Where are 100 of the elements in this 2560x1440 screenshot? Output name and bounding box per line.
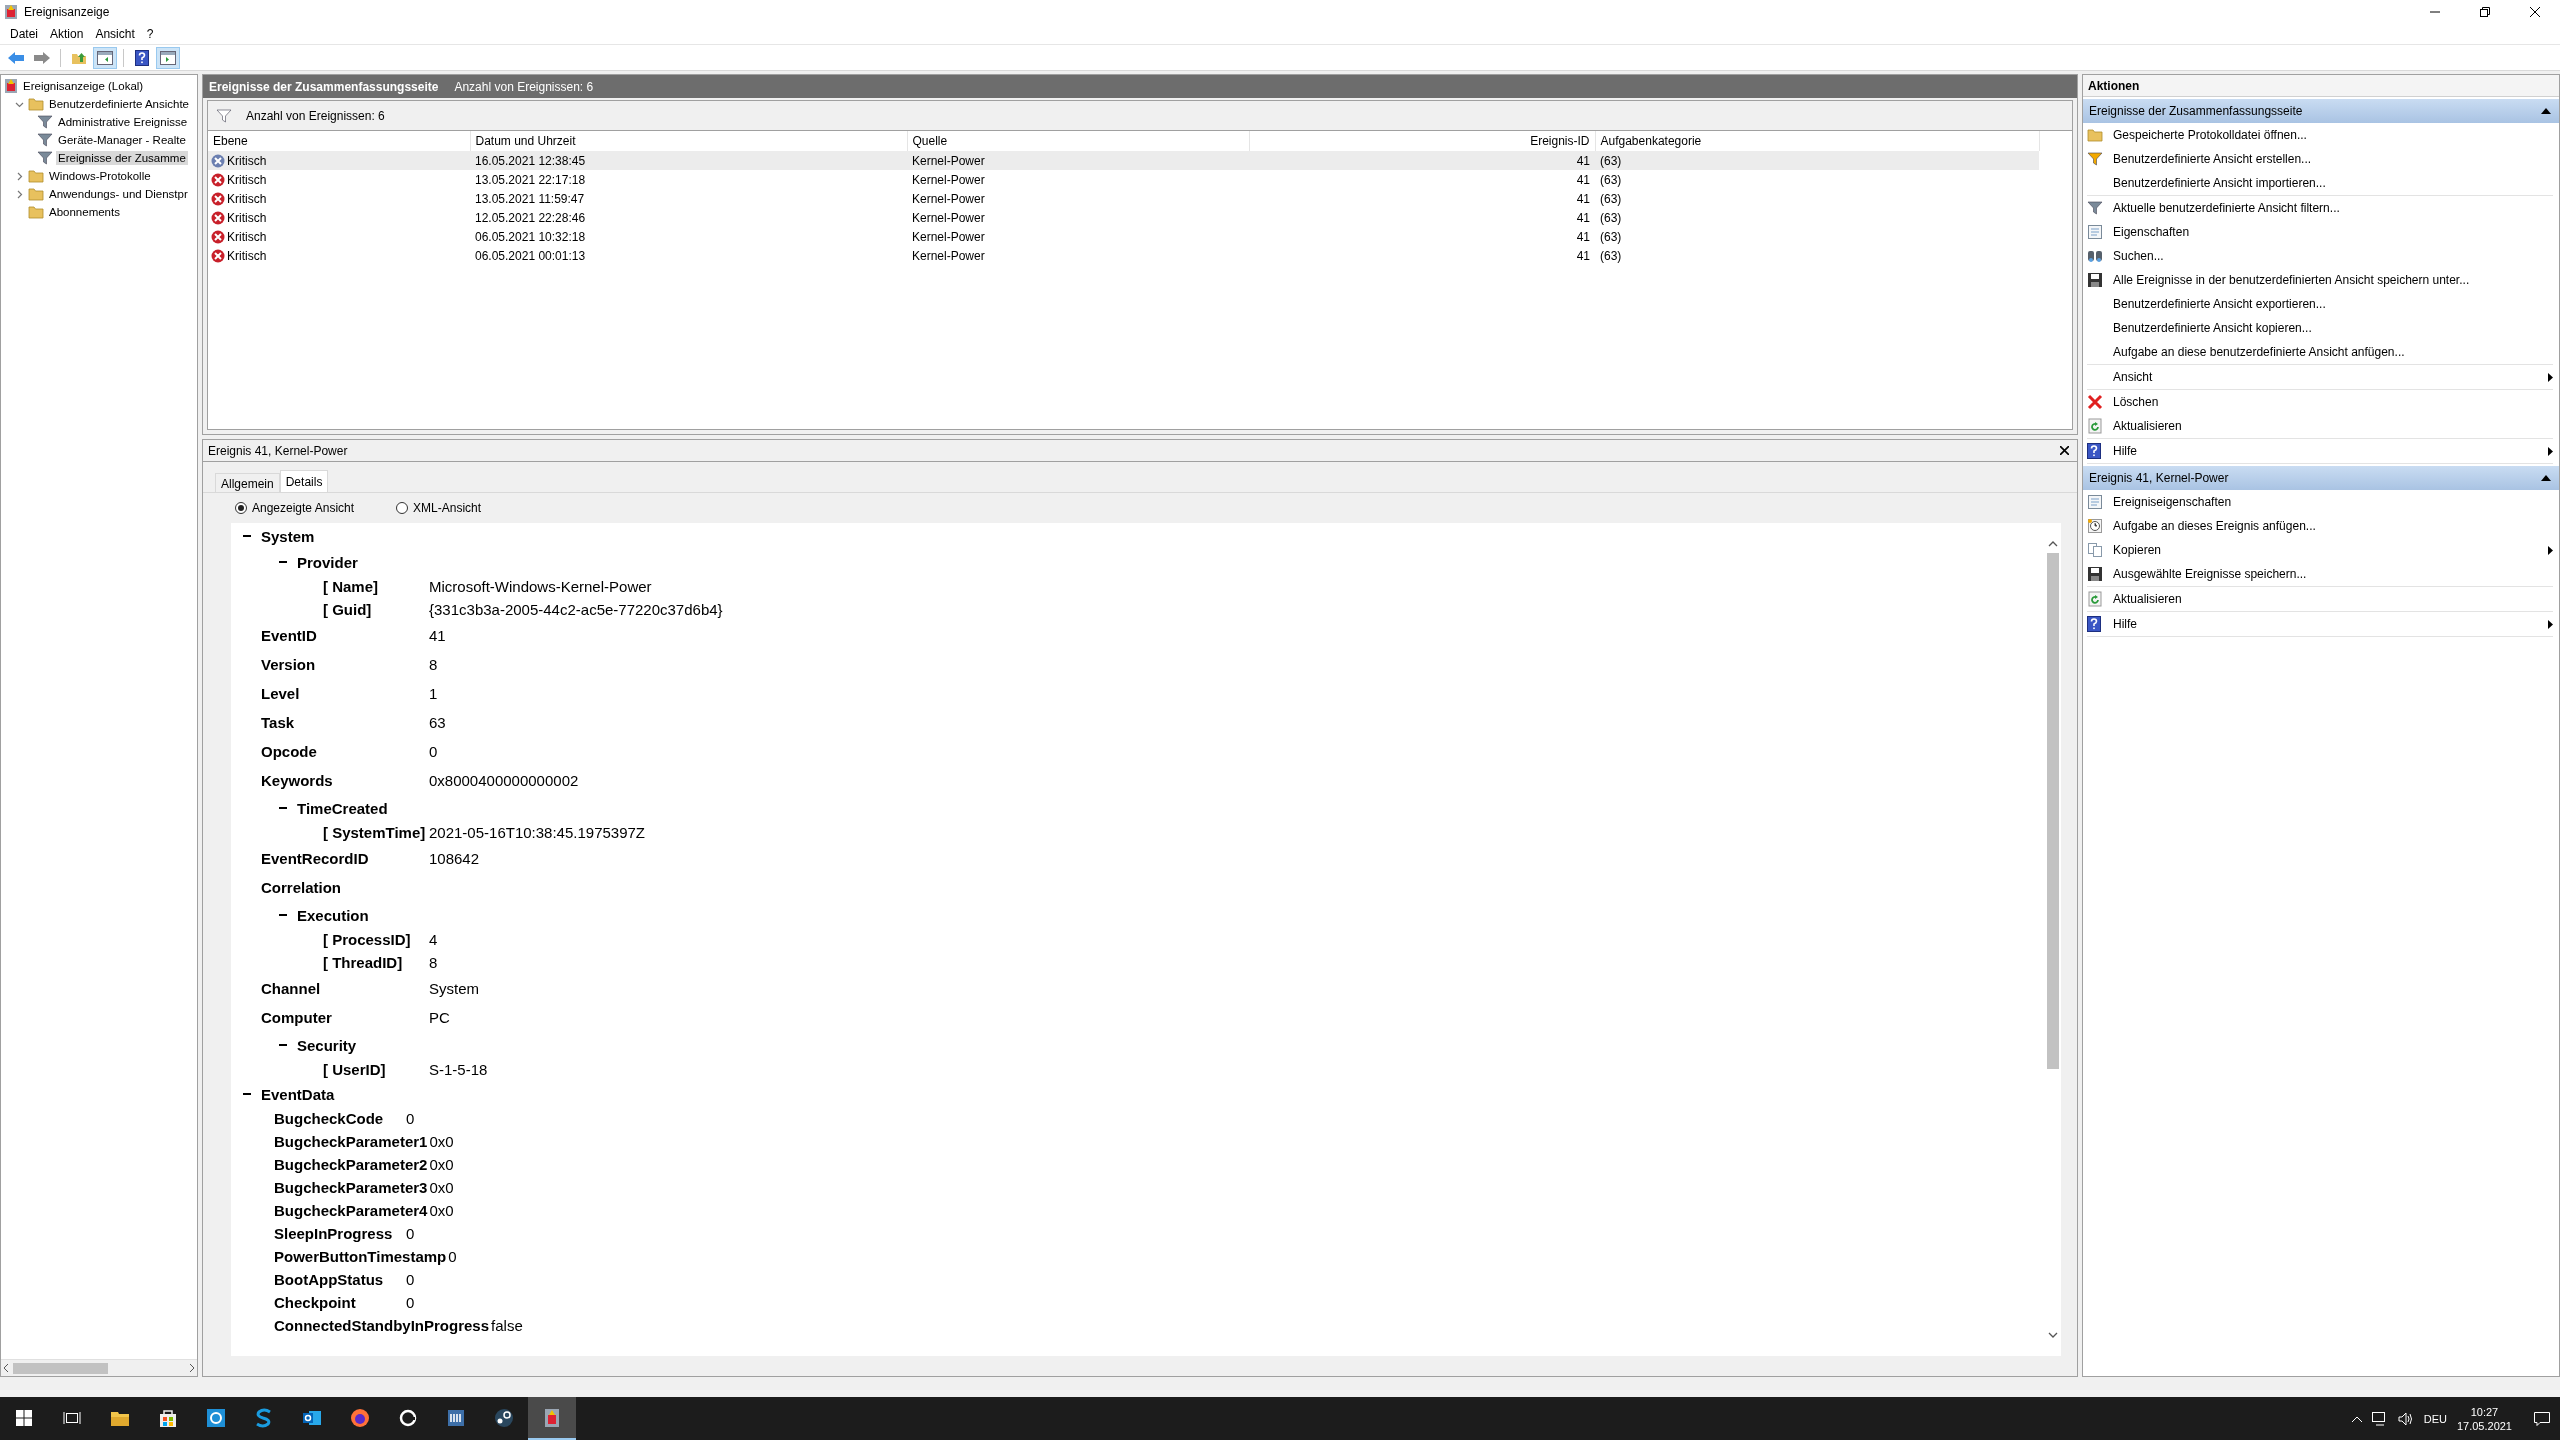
- detail-value: 1: [429, 685, 438, 702]
- collapse-icon[interactable]: [279, 558, 287, 566]
- section-header[interactable]: Ereignisse der Zusammenfassungsseite: [2083, 99, 2559, 123]
- scrollbar-thumb[interactable]: [2046, 553, 2059, 1070]
- tree-item[interactable]: Administrative Ereignisse: [56, 115, 190, 129]
- tree-item[interactable]: Anwendungs- und Dienstpr: [47, 187, 190, 201]
- action-link[interactable]: Hilfe: [2113, 617, 2548, 631]
- table-cell: Kritisch: [227, 172, 267, 187]
- table-cell: Kritisch: [227, 153, 267, 168]
- caret-up-icon[interactable]: [2541, 108, 2551, 114]
- tree-item[interactable]: Ereignisanzeige (Lokal): [21, 79, 146, 93]
- scrollbar[interactable]: [1, 1359, 197, 1376]
- detail-label: PowerButtonTimestamp: [274, 1248, 447, 1265]
- action-link[interactable]: Suchen...: [2113, 249, 2553, 263]
- action-link[interactable]: Ausgewählte Ereignisse speichern...: [2113, 567, 2553, 581]
- action-link[interactable]: Aufgabe an dieses Ereignis anfügen...: [2113, 519, 2553, 533]
- clock-date[interactable]: 17.05.2021: [2456, 1418, 2512, 1433]
- action-link[interactable]: Löschen: [2113, 395, 2553, 409]
- detail-value: System: [429, 980, 479, 997]
- log-book-icon: [4, 78, 18, 94]
- detail-group-label: System: [261, 527, 315, 545]
- tab[interactable]: Details: [279, 470, 329, 492]
- radio-label[interactable]: XML-Ansicht: [413, 501, 482, 515]
- radio-button[interactable]: [396, 502, 409, 514]
- detail-label: [ ThreadID]: [323, 954, 404, 971]
- tree-item[interactable]: Geräte-Manager - Realte: [56, 133, 188, 147]
- clock-icon: [2087, 518, 2103, 534]
- detail-label: EventID: [261, 627, 318, 644]
- action-link[interactable]: Aktualisieren: [2113, 592, 2553, 606]
- table-cell: (63): [1600, 248, 1622, 263]
- caret-up-icon[interactable]: [2541, 475, 2551, 481]
- filter-icon: [2087, 151, 2103, 167]
- clock-time[interactable]: 10:27: [2470, 1404, 2499, 1419]
- detail-label: Correlation: [261, 879, 342, 896]
- language-indicator[interactable]: DEU: [2423, 1412, 2447, 1425]
- filter-text: Anzahl von Ereignissen: 6: [246, 108, 385, 123]
- table-cell: 41: [1576, 191, 1590, 206]
- detail-value: 63: [429, 714, 446, 731]
- tab[interactable]: Allgemein: [215, 473, 280, 492]
- folder-icon: [28, 97, 44, 111]
- action-link[interactable]: Benutzerdefinierte Ansicht exportieren...: [2113, 297, 2553, 311]
- table-cell: (63): [1600, 153, 1622, 168]
- collapse-icon[interactable]: [243, 532, 251, 540]
- refresh-icon: [2087, 418, 2103, 434]
- action-link[interactable]: Aufgabe an diese benutzerdefinierte Ansicht anfügen...: [2113, 345, 2553, 359]
- section-header[interactable]: Ereignis 41, Kernel-Power: [2083, 466, 2559, 490]
- action-link[interactable]: Aktuelle benutzerdefinierte Ansicht filtern...: [2113, 201, 2553, 215]
- action-link[interactable]: Benutzerdefinierte Ansicht kopieren...: [2113, 321, 2553, 335]
- collapse-icon[interactable]: [243, 1090, 251, 1098]
- detail-label: Level: [261, 685, 301, 702]
- filter-icon: [37, 114, 53, 130]
- action-link[interactable]: Kopieren: [2113, 543, 2548, 557]
- arrow-down-icon: [2047, 1330, 2058, 1340]
- table-cell: 41: [1576, 210, 1590, 225]
- action-link[interactable]: Benutzerdefinierte Ansicht importieren...: [2113, 176, 2553, 190]
- table-cell: Kernel-Power: [912, 210, 985, 225]
- detail-value: 0x8000400000000002: [429, 772, 579, 789]
- radio-button[interactable]: [235, 502, 247, 514]
- menu-item[interactable]: Datei: [4, 25, 44, 43]
- action-link[interactable]: Ansicht: [2113, 370, 2548, 384]
- toolbar-button[interactable]: [156, 46, 180, 69]
- menu-item[interactable]: Ansicht: [89, 25, 141, 43]
- notification-icon: [2534, 1411, 2550, 1426]
- radio-label[interactable]: Angezeigte Ansicht: [252, 501, 355, 515]
- menu-item[interactable]: Aktion: [44, 25, 90, 43]
- table-row[interactable]: Kritisch 13.05.2021 22:17:18 Kernel-Power 41 (63): [208, 170, 2039, 189]
- table-cell: 41: [1576, 153, 1590, 168]
- detail-value: 0: [406, 1110, 415, 1127]
- action-link[interactable]: Eigenschaften: [2113, 225, 2553, 239]
- table-cell: Kritisch: [227, 248, 267, 263]
- collapse-icon[interactable]: [279, 1041, 287, 1049]
- collapse-icon[interactable]: [279, 804, 287, 812]
- tree-item[interactable]: Ereignisse der Zusamme: [56, 151, 188, 165]
- collapse-icon[interactable]: [279, 911, 287, 919]
- tree-item[interactable]: Benutzerdefinierte Ansichte: [47, 97, 191, 111]
- help-icon: [2087, 616, 2101, 632]
- tree-item[interactable]: Abonnements: [47, 205, 122, 219]
- app-icon: [398, 1407, 418, 1428]
- detail-label: Checkpoint: [274, 1294, 357, 1311]
- table-cell: 41: [1576, 229, 1590, 244]
- scrollbar-thumb[interactable]: [13, 1362, 108, 1374]
- action-link[interactable]: Benutzerdefinierte Ansicht erstellen...: [2113, 152, 2553, 166]
- detail-group-label: TimeCreated: [297, 799, 388, 817]
- help-icon: [135, 49, 149, 66]
- detail-label: [ SystemTime]: [323, 824, 427, 841]
- speaker-icon: [2397, 1411, 2414, 1426]
- action-link[interactable]: Ereigniseigenschaften: [2113, 495, 2553, 509]
- menu-item[interactable]: ?: [140, 25, 160, 43]
- table-row[interactable]: Kritisch 16.05.2021 12:38:45 Kernel-Power 41 (63): [208, 151, 2039, 170]
- action-link[interactable]: Hilfe: [2113, 444, 2548, 458]
- detail-group-label: Security: [297, 1036, 357, 1054]
- close-icon[interactable]: [2060, 446, 2069, 455]
- help-icon: [2087, 443, 2101, 459]
- close-icon: [2530, 7, 2540, 17]
- detail-label: BugcheckCode: [274, 1110, 385, 1127]
- action-link[interactable]: Alle Ereignisse in der benutzerdefinierten Ansicht speichern unter...: [2113, 273, 2553, 287]
- action-link[interactable]: Aktualisieren: [2113, 419, 2553, 433]
- action-link[interactable]: Gespeicherte Protokolldatei öffnen...: [2113, 128, 2553, 142]
- toolbar-button[interactable]: [93, 46, 117, 69]
- tree-item[interactable]: Windows-Protokolle: [47, 169, 153, 183]
